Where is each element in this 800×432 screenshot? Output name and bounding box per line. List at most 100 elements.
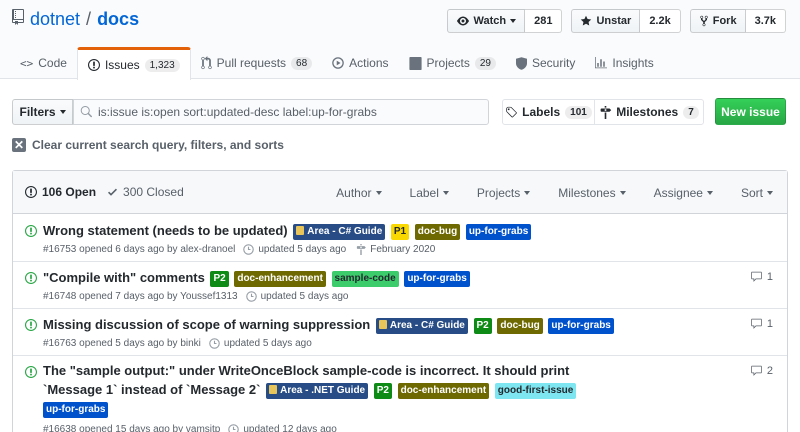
watch-button[interactable]: Watch: [446, 9, 526, 33]
tab-security[interactable]: Security: [506, 47, 585, 79]
author-filter[interactable]: Author: [322, 186, 395, 200]
watch-count[interactable]: 281: [525, 9, 563, 33]
fork-count[interactable]: 3.7k: [745, 9, 786, 33]
assignee-filter[interactable]: Assignee: [640, 186, 727, 200]
issue-title-link[interactable]: Missing discussion of scope of warning s…: [43, 317, 370, 332]
fork-group: Fork 3.7k: [689, 9, 786, 33]
issue-label[interactable]: good-first-issue: [494, 383, 577, 399]
search-icon: [80, 106, 92, 118]
book-icon: [269, 385, 278, 394]
clock-icon: [209, 338, 220, 349]
comments-link[interactable]: 1: [750, 318, 773, 330]
tab-code[interactable]: <> Code: [10, 47, 77, 79]
projects-filter[interactable]: Projects: [463, 186, 544, 200]
comment-count: 1: [766, 318, 773, 330]
issue-opened-icon: [25, 186, 37, 198]
repo-owner-link[interactable]: dotnet: [30, 9, 80, 30]
issue-row: The "sample output:" under WriteOnceBloc…: [13, 356, 787, 432]
milestones-button[interactable]: Milestones 7: [594, 99, 704, 125]
issue-label[interactable]: P2: [210, 271, 229, 287]
tab-code-label: Code: [38, 56, 67, 70]
chevron-down-icon: [442, 191, 449, 196]
open-issues-link[interactable]: 106 Open: [25, 185, 96, 199]
issues-counter: 1,323: [144, 58, 180, 72]
issue-updated: updated 12 days ago: [228, 424, 337, 432]
star-group: Unstar 2.2k: [571, 9, 681, 33]
filters-dropdown[interactable]: Filters: [12, 99, 73, 125]
comments-link[interactable]: 2: [750, 365, 773, 377]
issue-label[interactable]: doc-bug: [414, 224, 461, 240]
closed-count: 300 Closed: [123, 185, 184, 199]
issue-milestone-link[interactable]: February 2020: [356, 244, 435, 255]
fork-button[interactable]: Fork: [689, 9, 746, 33]
comments-link[interactable]: 1: [750, 271, 773, 283]
graph-icon: [595, 57, 608, 69]
repo-name-link[interactable]: docs: [97, 9, 139, 30]
issue-updated-text: updated 5 days ago: [223, 338, 312, 349]
labels-counter: 101: [565, 105, 592, 119]
issue-label[interactable]: up-for-grabs: [548, 318, 614, 334]
clock-icon: [243, 244, 255, 255]
search-input[interactable]: [98, 105, 478, 119]
issue-label[interactable]: doc-bug: [497, 318, 543, 334]
milestones-filter[interactable]: Milestones: [544, 186, 639, 200]
chevron-down-icon: [619, 191, 626, 196]
labels-button[interactable]: Labels 101: [502, 99, 595, 125]
issue-label[interactable]: P2: [373, 383, 392, 399]
filters-label: Filters: [19, 105, 56, 119]
issue-label[interactable]: Area - C# Guide: [293, 224, 386, 240]
issue-title-link[interactable]: `Message 1` instead of `Message 2`: [43, 382, 260, 397]
tab-insights[interactable]: Insights: [585, 47, 663, 79]
tab-actions[interactable]: Actions: [322, 47, 398, 79]
issue-label[interactable]: up-for-grabs: [43, 402, 109, 418]
assignee-filter-label: Assignee: [653, 185, 703, 200]
issue-search-box: [73, 99, 489, 125]
check-icon: [108, 188, 118, 196]
fork-label: Fork: [712, 15, 737, 27]
issue-row: "Compile with" comments P2 doc-enhanceme…: [13, 262, 787, 309]
issue-title-line: Missing discussion of scope of warning s…: [43, 316, 614, 334]
repo-actions: Watch 281 Unstar 2.2k Fork 3.7k: [446, 9, 786, 33]
issue-label[interactable]: P1: [390, 224, 410, 240]
unstar-label: Unstar: [596, 15, 632, 27]
watch-group: Watch 281: [446, 9, 563, 33]
label-filter[interactable]: Label: [396, 186, 463, 200]
new-issue-button[interactable]: New issue: [715, 98, 786, 125]
tab-actions-label: Actions: [349, 56, 389, 70]
header-filters: Author Label Projects Milestones Assigne…: [322, 171, 787, 214]
issue-opened-icon: [25, 272, 37, 284]
unstar-button[interactable]: Unstar: [571, 9, 641, 33]
tab-insights-label: Insights: [612, 56, 654, 70]
issue-label[interactable]: doc-enhancement: [234, 271, 326, 287]
tab-pull-requests[interactable]: Pull requests 68: [191, 47, 323, 79]
issue-title-line: The "sample output:" under WriteOnceBloc…: [43, 362, 743, 380]
star-count[interactable]: 2.2k: [640, 9, 681, 33]
issue-label[interactable]: up-for-grabs: [465, 224, 532, 240]
issue-label[interactable]: Area - .NET Guide: [266, 383, 369, 399]
projects-counter: 29: [474, 56, 496, 70]
issue-label[interactable]: Area - C# Guide: [375, 318, 468, 334]
issue-row: Wrong statement (needs to be updated) Ar…: [13, 215, 787, 262]
issue-title-link[interactable]: "Compile with" comments: [43, 270, 205, 285]
issue-title-link[interactable]: Wrong statement (needs to be updated): [43, 223, 288, 238]
issue-label[interactable]: sample-code: [331, 271, 399, 287]
comment-count: 2: [766, 365, 773, 377]
clear-query-link[interactable]: ✕ Clear current search query, filters, a…: [12, 138, 284, 152]
code-icon: <>: [20, 56, 34, 70]
comment-icon: [751, 271, 762, 282]
milestones-counter: 7: [683, 105, 699, 119]
chevron-down-icon: [375, 191, 382, 196]
close-icon: ✕: [12, 138, 26, 152]
issue-opened-info: #16753 opened 6 days ago by alex-dranoel: [43, 244, 236, 255]
tab-projects[interactable]: Projects 29: [399, 47, 506, 79]
issue-label[interactable]: doc-enhancement: [397, 383, 490, 399]
closed-issues-link[interactable]: 300 Closed: [107, 185, 184, 199]
issue-title-link[interactable]: The "sample output:" under WriteOnceBloc…: [43, 363, 569, 378]
sort-filter[interactable]: Sort: [727, 186, 787, 200]
issue-label[interactable]: P2: [473, 318, 492, 334]
issue-label[interactable]: up-for-grabs: [404, 271, 470, 287]
chevron-down-icon: [59, 110, 66, 114]
issues-table-header: 106 Open 300 Closed Author Label Project…: [13, 171, 787, 214]
milestones-label: Milestones: [616, 105, 679, 119]
tab-issues[interactable]: Issues 1,323: [76, 47, 191, 80]
